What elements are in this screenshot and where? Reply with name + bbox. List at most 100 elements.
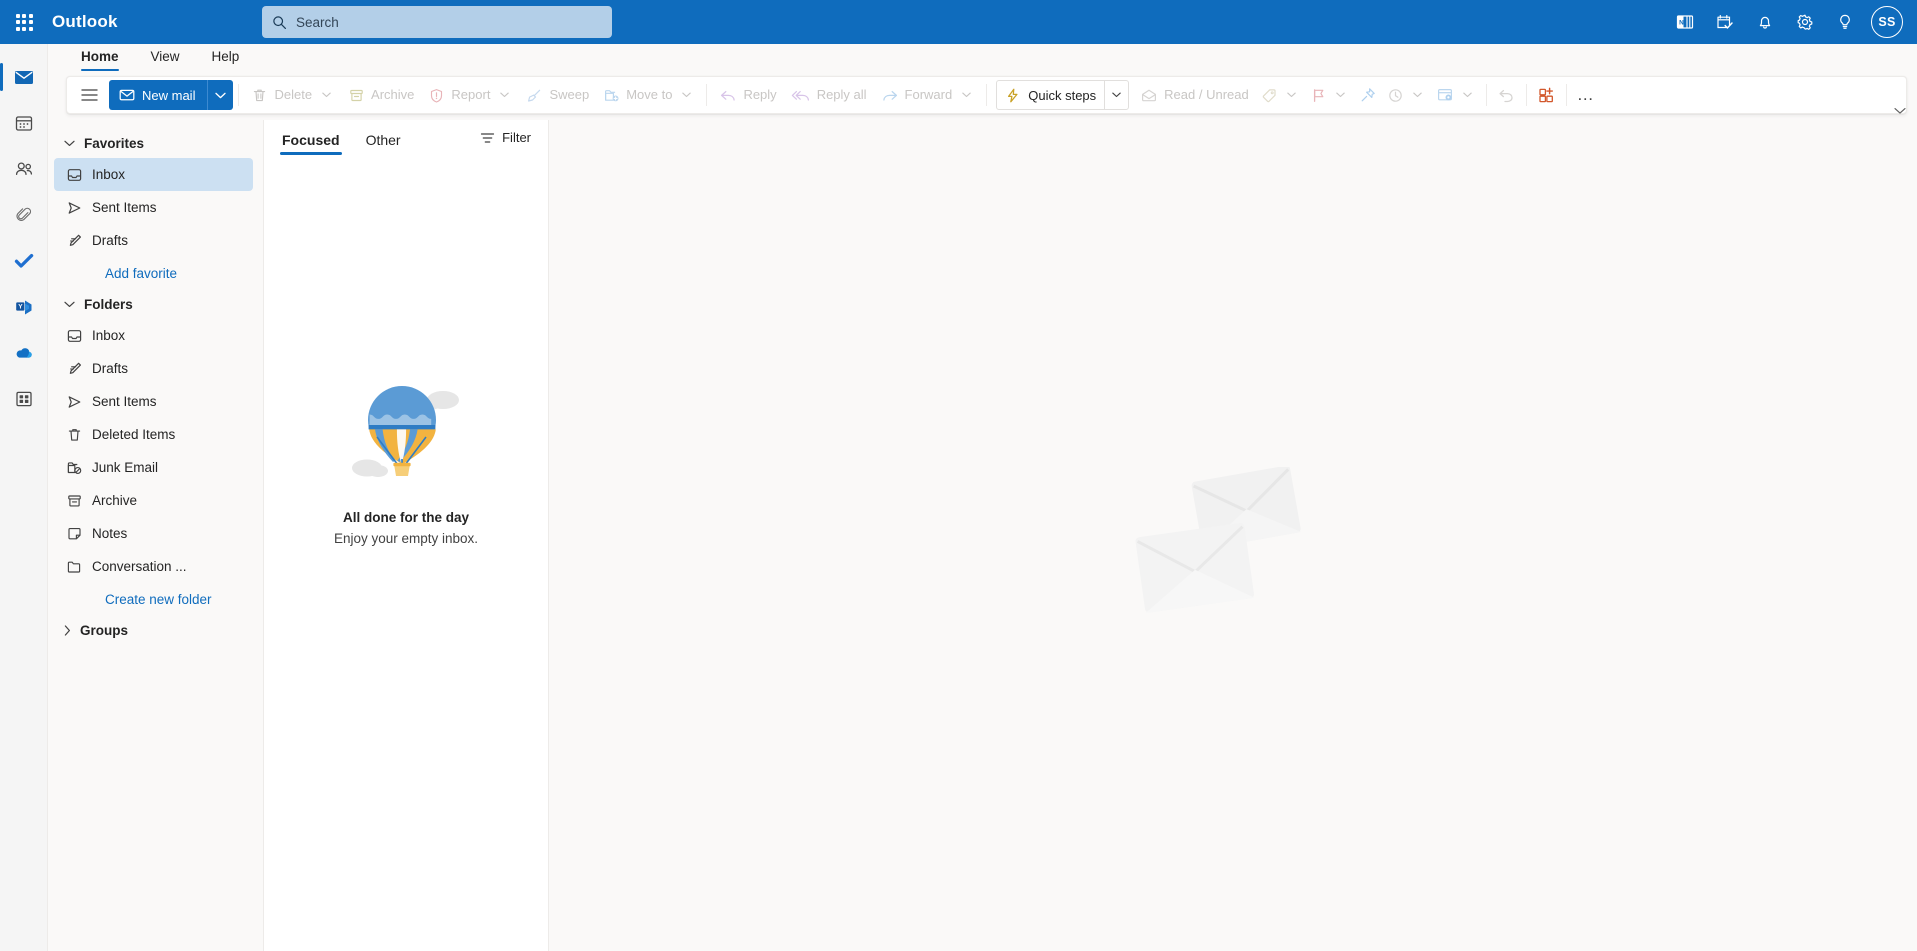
delete-chevron-down-icon[interactable]	[318, 92, 334, 98]
sidebar-item-label: Deleted Items	[92, 427, 176, 442]
add-apps-button[interactable]	[1532, 80, 1561, 110]
reply-button[interactable]: Reply	[712, 80, 783, 110]
sidebar-item-sent-items[interactable]: Sent Items	[54, 385, 253, 418]
new-mail-dropdown-button[interactable]	[207, 80, 234, 110]
sidebar-item-archive[interactable]: Archive	[54, 484, 253, 517]
sidebar-item-label: Inbox	[92, 167, 126, 182]
delete-button[interactable]: Delete	[244, 80, 341, 110]
avatar[interactable]: SS	[1871, 6, 1903, 38]
tab-other[interactable]: Other	[364, 124, 403, 155]
app-launcher-button[interactable]	[0, 0, 48, 44]
rail-item-mail[interactable]	[0, 54, 48, 100]
sidebar-item-favorites-sent-items[interactable]: Sent Items	[54, 191, 253, 224]
tab-view[interactable]: View	[138, 46, 193, 71]
sweep-button[interactable]: Sweep	[519, 80, 596, 110]
favorites-section-header[interactable]: Favorites	[48, 128, 263, 158]
open-envelope-icon	[1142, 89, 1157, 101]
divider	[1485, 84, 1487, 106]
sidebar-item-inbox[interactable]: Inbox	[54, 319, 253, 352]
gear-icon[interactable]	[1785, 2, 1825, 42]
rail-item-viva-engage[interactable]: Y	[0, 284, 48, 330]
shield-alert-icon	[431, 88, 443, 103]
snooze-button[interactable]	[1382, 80, 1431, 110]
sidebar-item-favorites-inbox[interactable]: Inbox	[54, 158, 253, 191]
onedrive-cloud-icon	[16, 348, 32, 358]
favorites-label: Favorites	[84, 135, 145, 151]
move-to-button[interactable]: Move to	[596, 80, 701, 110]
todo-calendar-icon[interactable]	[1705, 2, 1745, 42]
search-input[interactable]	[296, 14, 602, 30]
rail-item-calendar[interactable]	[0, 100, 48, 146]
forward-chevron-down-icon[interactable]	[958, 92, 974, 98]
create-new-folder-link[interactable]: Create new folder	[48, 583, 263, 615]
collapse-ribbon-button[interactable]	[1891, 103, 1909, 119]
chevron-right-icon	[64, 624, 71, 636]
attachment-icon	[15, 207, 31, 221]
forward-button[interactable]: Forward	[874, 80, 982, 110]
chevron-down-icon	[1894, 108, 1906, 114]
report-chevron-down-icon[interactable]	[496, 92, 512, 98]
move-to-chevron-down-icon[interactable]	[678, 92, 694, 98]
rail-item-onedrive[interactable]	[0, 330, 48, 376]
categorize-button[interactable]	[1256, 80, 1305, 110]
rules-button[interactable]	[1431, 80, 1481, 110]
divider	[986, 84, 988, 106]
lightning-bolt-icon	[1008, 88, 1018, 102]
flag-button[interactable]	[1305, 80, 1354, 110]
trash-icon	[254, 89, 266, 101]
tab-home[interactable]: Home	[68, 46, 132, 71]
tab-help[interactable]: Help	[199, 46, 253, 71]
apps-grid-icon	[15, 391, 32, 407]
read-unread-button[interactable]: Read / Unread	[1133, 80, 1256, 110]
rail-item-files[interactable]	[0, 192, 48, 238]
reply-all-arrow-icon	[791, 90, 809, 101]
forward-arrow-icon	[882, 90, 897, 101]
new-mail-button[interactable]: New mail	[109, 80, 208, 110]
snooze-chevron-down-icon[interactable]	[1410, 92, 1426, 98]
sidebar-item-notes[interactable]: Notes	[54, 517, 253, 550]
sidebar-item-favorites-drafts[interactable]: Drafts	[54, 224, 253, 257]
sidebar-item-junk-email[interactable]: Junk Email	[54, 451, 253, 484]
filter-icon	[481, 132, 495, 143]
sidebar-item-conversation-history[interactable]: Conversation ...	[54, 550, 253, 583]
app-brand-title[interactable]: Outlook	[52, 12, 118, 32]
more-commands-button[interactable]: …	[1572, 80, 1600, 110]
sidebar-item-drafts[interactable]: Drafts	[54, 352, 253, 385]
rail-item-apps[interactable]	[0, 376, 48, 422]
command-bar: New mail Delete Archive Report Sweep Mov…	[66, 76, 1907, 114]
delete-label: Delete	[274, 87, 313, 102]
bell-icon[interactable]	[1745, 2, 1785, 42]
junk-icon	[66, 459, 83, 476]
drafts-icon	[66, 360, 83, 377]
inbox-icon	[66, 166, 83, 183]
folders-label: Folders	[84, 296, 133, 312]
sidebar-item-label: Sent Items	[92, 394, 157, 409]
flag-chevron-down-icon[interactable]	[1333, 92, 1349, 98]
onenote-feed-icon[interactable]: N	[1665, 2, 1705, 42]
toggle-folder-pane-button[interactable]	[73, 80, 105, 110]
rules-chevron-down-icon[interactable]	[1460, 92, 1476, 98]
search-icon	[273, 15, 287, 29]
message-list-pane: Focused Other Filter All done for the da…	[263, 120, 549, 951]
report-button[interactable]: Report	[421, 80, 519, 110]
sidebar-item-deleted-items[interactable]: Deleted Items	[54, 418, 253, 451]
reply-all-button[interactable]: Reply all	[784, 80, 874, 110]
undo-button[interactable]	[1492, 80, 1521, 110]
rail-item-todo[interactable]	[0, 238, 48, 284]
add-favorite-link[interactable]: Add favorite	[48, 257, 263, 289]
groups-section-header[interactable]: Groups	[48, 615, 263, 645]
tag-icon	[1262, 88, 1276, 102]
archive-button[interactable]: Archive	[341, 80, 421, 110]
search-box[interactable]	[262, 6, 612, 38]
rail-item-people[interactable]	[0, 146, 48, 192]
read-unread-label: Read / Unread	[1164, 87, 1249, 102]
lightbulb-icon[interactable]	[1825, 2, 1865, 42]
archive-icon	[350, 89, 363, 101]
folders-section-header[interactable]: Folders	[48, 289, 263, 319]
quick-steps-button[interactable]: Quick steps	[997, 81, 1104, 109]
quick-steps-dropdown-button[interactable]	[1104, 81, 1128, 109]
pin-button[interactable]	[1354, 80, 1382, 110]
filter-button[interactable]: Filter	[473, 126, 538, 149]
tab-focused[interactable]: Focused	[280, 124, 342, 155]
categorize-chevron-down-icon[interactable]	[1284, 92, 1300, 98]
